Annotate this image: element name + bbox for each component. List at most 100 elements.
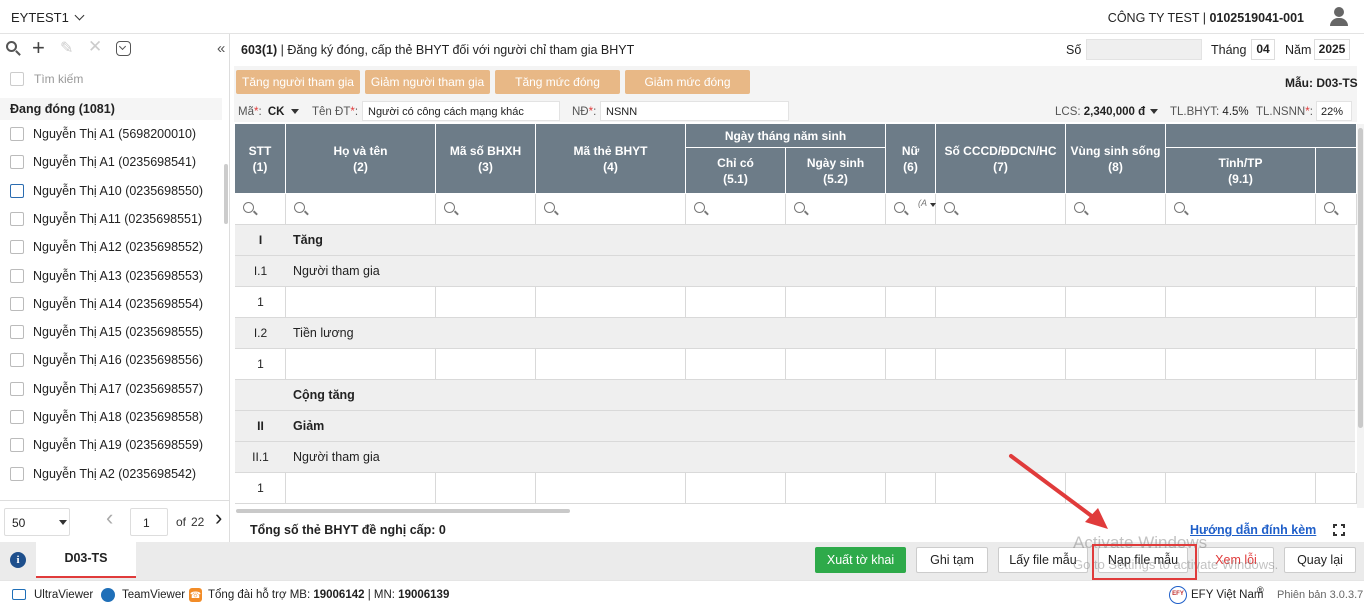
prev-page-icon[interactable]: ‹	[106, 505, 113, 531]
giam-nguoi-tham-gia-button[interactable]: Giảm người tham gia	[365, 70, 490, 94]
table-cell[interactable]	[686, 287, 786, 318]
table-cell[interactable]	[786, 349, 886, 380]
table-row[interactable]: II Giảm	[235, 411, 1355, 442]
table-cell[interactable]	[286, 349, 436, 380]
info-icon[interactable]: i	[10, 552, 26, 568]
xuat-to-khai-button[interactable]: Xuất tờ khai	[815, 547, 906, 573]
table-cell[interactable]	[686, 349, 786, 380]
giam-muc-dong-button[interactable]: Giảm mức đóng	[625, 70, 750, 94]
table-cell[interactable]	[286, 473, 436, 504]
table-cell[interactable]	[936, 287, 1066, 318]
table-cell[interactable]	[286, 287, 436, 318]
table-cell[interactable]	[1066, 349, 1166, 380]
table-hscrollbar[interactable]	[236, 509, 570, 513]
user-icon[interactable]	[1330, 6, 1348, 26]
list-item[interactable]: Nguyễn Thị A11 (0235698551)	[0, 205, 222, 233]
sidebar-scrollbar[interactable]	[224, 164, 228, 224]
table-cell[interactable]	[1166, 473, 1316, 504]
table-cell[interactable]	[436, 349, 536, 380]
table-cell[interactable]	[686, 473, 786, 504]
table-cell[interactable]	[786, 473, 886, 504]
thang-input[interactable]: 04	[1251, 39, 1275, 60]
column-filter-input[interactable]	[786, 194, 886, 225]
table-row[interactable]: I.2 Tiền lương	[235, 318, 1355, 349]
table-cell[interactable]	[936, 349, 1066, 380]
teamviewer-link[interactable]: TeamViewer	[122, 589, 185, 601]
column-filter-input[interactable]	[286, 194, 436, 225]
column-filter-input[interactable]	[536, 194, 686, 225]
list-item[interactable]: Nguyễn Thị A15 (0235698555)	[0, 318, 222, 346]
fullscreen-icon[interactable]	[1333, 524, 1345, 536]
table-row[interactable]: I Tăng	[235, 225, 1355, 256]
column-filter-input[interactable]	[936, 194, 1066, 225]
ma-value[interactable]: CK	[268, 106, 285, 118]
item-checkbox[interactable]	[10, 410, 24, 424]
table-cell[interactable]	[1316, 287, 1357, 318]
list-item[interactable]: Nguyễn Thị A19 (0235698559)	[0, 431, 222, 459]
item-checkbox[interactable]	[10, 155, 24, 170]
item-checkbox[interactable]	[10, 325, 24, 340]
list-item[interactable]: Nguyễn Thị A2 (0235698542)	[0, 460, 222, 488]
list-item[interactable]: Nguyễn Thị A14 (0235698554)	[0, 290, 222, 318]
list-item[interactable]: Nguyễn Thị A1 (0235698541)	[0, 148, 222, 176]
column-filter-input[interactable]	[436, 194, 536, 225]
table-cell[interactable]	[1066, 287, 1166, 318]
quay-lai-button[interactable]: Quay lại	[1284, 547, 1356, 573]
next-page-icon[interactable]: ›	[215, 505, 222, 531]
caret-down-icon[interactable]	[930, 203, 936, 207]
table-cell[interactable]	[536, 473, 686, 504]
nd-input[interactable]: NSNN	[600, 101, 789, 121]
caret-down-icon[interactable]	[290, 109, 299, 114]
add-icon[interactable]: +	[32, 37, 45, 59]
tang-nguoi-tham-gia-button[interactable]: Tăng người tham gia	[236, 70, 360, 94]
table-scrollbar-thumb[interactable]	[1358, 128, 1363, 428]
item-checkbox[interactable]	[10, 296, 24, 311]
tenant-selector[interactable]: EYTEST1	[11, 10, 85, 25]
column-filter-input[interactable]	[1316, 194, 1357, 225]
table-row[interactable]: 1	[235, 287, 1357, 318]
column-filter-input[interactable]	[235, 194, 286, 225]
tendt-input[interactable]: Người có công cách mạng khác	[362, 101, 560, 121]
table-cell[interactable]	[436, 287, 536, 318]
guide-link[interactable]: Hướng dẫn đính kèm	[1190, 523, 1316, 537]
so-input[interactable]	[1086, 39, 1202, 60]
table-row[interactable]: 1	[235, 473, 1357, 504]
dropdown-box-icon[interactable]	[116, 41, 131, 56]
table-row[interactable]: II.1 Người tham gia	[235, 442, 1355, 473]
table-row[interactable]: I.1 Người tham gia	[235, 256, 1355, 287]
table-cell[interactable]	[436, 473, 536, 504]
delete-icon[interactable]: ✕	[88, 37, 102, 57]
list-item[interactable]: Nguyễn Thị A10 (0235698550)	[0, 177, 222, 205]
list-item[interactable]: Nguyễn Thị A16 (0235698556)	[0, 346, 222, 374]
column-filter-input[interactable]	[1166, 194, 1316, 225]
sidebar-search-input[interactable]: Tìm kiếm	[34, 72, 83, 86]
item-checkbox[interactable]	[10, 466, 24, 481]
tab-d03-ts[interactable]: D03-TS	[36, 542, 136, 578]
table-cell[interactable]	[1166, 349, 1316, 380]
table-cell[interactable]	[886, 473, 936, 504]
select-all-checkbox[interactable]	[10, 72, 24, 86]
column-filter-input[interactable]	[886, 194, 936, 225]
item-checkbox[interactable]	[10, 211, 24, 226]
table-cell[interactable]	[1316, 473, 1357, 504]
table-cell[interactable]	[1166, 287, 1316, 318]
page-input[interactable]: 1	[130, 508, 168, 536]
table-cell[interactable]	[1316, 349, 1357, 380]
item-checkbox[interactable]	[10, 353, 24, 368]
item-checkbox[interactable]	[10, 438, 24, 453]
table-cell[interactable]	[886, 287, 936, 318]
list-item[interactable]: Nguyễn Thị A13 (0235698553)	[0, 262, 222, 290]
item-checkbox[interactable]	[10, 127, 24, 141]
item-checkbox[interactable]	[10, 183, 24, 198]
group-header[interactable]: Đang đóng (1081)	[0, 98, 222, 120]
tlnsnn-input[interactable]: 22%	[1316, 101, 1352, 121]
column-filter-input[interactable]	[1066, 194, 1166, 225]
tang-muc-dong-button[interactable]: Tăng mức đóng	[495, 70, 620, 94]
column-filter-input[interactable]	[686, 194, 786, 225]
search-icon[interactable]	[6, 41, 21, 56]
item-checkbox[interactable]	[10, 381, 24, 396]
nam-input[interactable]: 2025	[1314, 39, 1350, 60]
list-item[interactable]: Nguyễn Thị A12 (0235698552)	[0, 233, 222, 261]
table-cell[interactable]	[786, 287, 886, 318]
ultraviewer-link[interactable]: UltraViewer	[34, 589, 93, 601]
